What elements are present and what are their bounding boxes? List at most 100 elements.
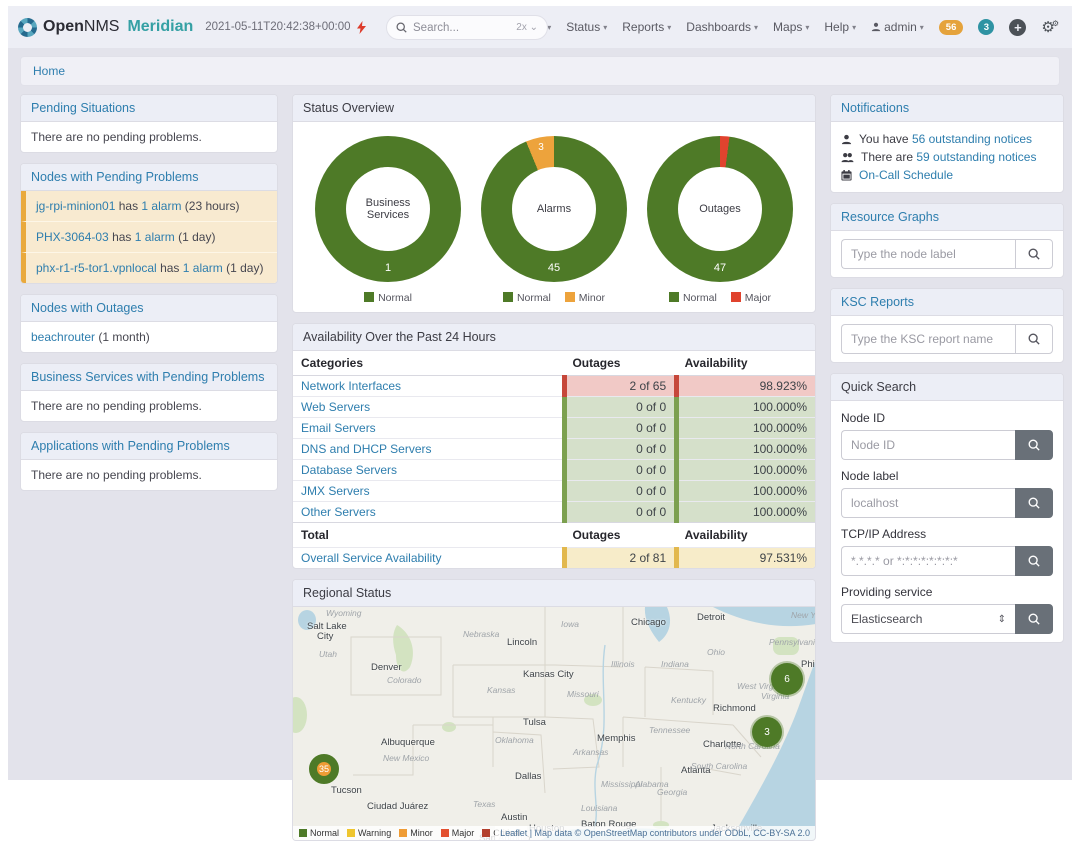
column-header: Availability — [677, 351, 815, 376]
node-id-input[interactable] — [841, 430, 1015, 460]
search-icon — [1028, 555, 1040, 567]
map-state-label: Wyoming — [326, 608, 361, 618]
oncall-schedule-link[interactable]: On-Call Schedule — [859, 168, 953, 182]
node-id-search-button[interactable] — [1015, 430, 1053, 460]
navbar: OpenNMS Meridian 2021-05-11T20:42:38+00:… — [8, 6, 1072, 48]
node-label-input[interactable] — [841, 488, 1015, 518]
outages-cell: 0 of 0 — [564, 502, 676, 523]
nav-item-dashboards[interactable]: Dashboards▾ — [686, 20, 758, 34]
availability-table: Categories Outages Availability Network … — [293, 351, 815, 568]
notifications-title[interactable]: Notifications — [841, 101, 909, 115]
category-link[interactable]: DNS and DHCP Servers — [301, 442, 432, 456]
resource-graphs-input[interactable] — [841, 239, 1015, 269]
nodes-pending-title[interactable]: Nodes with Pending Problems — [31, 170, 198, 184]
node-link[interactable]: phx-r1-r5-tor1.vpnlocal — [36, 261, 157, 275]
map-state-label: Indiana — [661, 659, 689, 669]
map-state-label: Oklahoma — [495, 735, 534, 745]
navbar-search[interactable]: 2x ⌄ — [386, 15, 548, 40]
legend-swatch — [299, 829, 307, 837]
breadcrumb: Home — [20, 56, 1060, 86]
nav-item-help[interactable]: Help▾ — [824, 20, 856, 34]
availability-cell: 100.000% — [677, 439, 815, 460]
outages-cell: 0 of 0 — [564, 439, 676, 460]
alarm-link[interactable]: 1 alarm — [183, 261, 223, 275]
brand[interactable]: OpenNMS Meridian — [18, 18, 193, 37]
ksc-reports-input[interactable] — [841, 324, 1015, 354]
legend-item: Major — [731, 292, 771, 304]
node-link[interactable]: jg-rpi-minion01 — [36, 199, 115, 213]
ip-address-search-button[interactable] — [1015, 546, 1053, 576]
donut-legend: Normal — [313, 292, 463, 304]
legend-swatch — [669, 292, 679, 302]
applications-title[interactable]: Applications with Pending Problems — [31, 439, 230, 453]
map-city-label: Philad — [801, 659, 815, 670]
donut-chart[interactable]: Business Services 1 — [315, 136, 461, 282]
legend-swatch — [565, 292, 575, 302]
category-link[interactable]: Other Servers — [301, 505, 376, 519]
pending-situations-title[interactable]: Pending Situations — [31, 101, 135, 115]
ip-address-input[interactable] — [841, 546, 1015, 576]
node-link[interactable]: beachrouter — [31, 330, 95, 344]
column-header: Categories — [293, 351, 564, 376]
notices-link[interactable]: 59 outstanding notices — [916, 150, 1036, 164]
total-row: Overall Service Availability 2 of 81 97.… — [293, 548, 815, 569]
brand-nms: NMS — [84, 18, 120, 35]
category-link[interactable]: JMX Servers — [301, 484, 370, 498]
category-link[interactable]: Network Interfaces — [301, 379, 401, 393]
category-link[interactable]: Email Servers — [301, 421, 376, 435]
resource-graphs-panel: Resource Graphs — [830, 203, 1064, 278]
alarm-link[interactable]: 1 alarm — [135, 230, 175, 244]
map-city-label: Lincoln — [507, 637, 537, 648]
page: OpenNMS Meridian 2021-05-11T20:42:38+00:… — [8, 6, 1072, 780]
category-link[interactable]: Web Servers — [301, 400, 370, 414]
chevron-down-icon: ▾ — [852, 23, 856, 32]
providing-service-select[interactable]: Elasticsearch ⇕ — [841, 604, 1015, 634]
donut-chart[interactable]: Outages 47 — [647, 136, 793, 282]
nav-item-admin[interactable]: admin▾ — [871, 20, 924, 34]
quick-add-button[interactable]: + — [1009, 19, 1026, 36]
chevron-down-icon: ▾ — [920, 23, 924, 32]
search-input[interactable] — [413, 22, 510, 34]
nodes-outages-title[interactable]: Nodes with Outages — [31, 301, 144, 315]
nav-item-maps[interactable]: Maps▾ — [773, 20, 809, 34]
availability-cell: 100.000% — [677, 397, 815, 418]
map-legend-item: Major — [441, 828, 475, 838]
resource-graphs-search-button[interactable] — [1015, 239, 1053, 269]
category-link[interactable]: Database Servers — [301, 463, 397, 477]
status-overview-panel: Status Overview Business Services 1 Norm… — [292, 94, 816, 313]
map-attribution: Leaflet | Map data © OpenStreetMap contr… — [495, 826, 815, 840]
calendar-icon — [841, 170, 852, 181]
notices-badge[interactable]: 56 — [939, 20, 964, 35]
admin-gears-icon[interactable]: ⚙⚙ — [1041, 18, 1062, 36]
alarm-mid-text: has — [119, 199, 138, 213]
regional-map[interactable]: NormalWarningMinorMajorCritical Leaflet … — [293, 607, 815, 840]
category-link[interactable]: Overall Service Availability — [301, 551, 442, 565]
ksc-reports-search-button[interactable] — [1015, 324, 1053, 354]
user-icon — [871, 22, 881, 32]
availability-cell: 98.923% — [677, 376, 815, 397]
outages-cell: 0 of 0 — [564, 418, 676, 439]
list-item: jg-rpi-minion01 has 1 alarm (23 hours) — [21, 191, 277, 222]
nav-item-reports[interactable]: Reports▾ — [622, 20, 671, 34]
navbar-menu: Search Info▾ Status▾ Reports▾ Dashboards… — [471, 18, 1062, 36]
node-label-search-button[interactable] — [1015, 488, 1053, 518]
ksc-reports-title[interactable]: KSC Reports — [841, 295, 914, 309]
legend-swatch — [347, 829, 355, 837]
donut-chart[interactable]: Alarms 45 3 — [481, 136, 627, 282]
alarms-badge[interactable]: 3 — [978, 19, 994, 35]
donut-legend: NormalMajor — [645, 292, 795, 304]
outages-cell: 2 of 81 — [564, 548, 676, 569]
service-search-button[interactable] — [1015, 604, 1053, 634]
availability-cell: 100.000% — [677, 481, 815, 502]
alarm-age: (1 day) — [223, 261, 264, 275]
breadcrumb-home-link[interactable]: Home — [33, 64, 65, 78]
resource-graphs-title[interactable]: Resource Graphs — [841, 210, 939, 224]
map-marker[interactable]: 3 — [752, 717, 782, 747]
map-marker[interactable]: 6 — [771, 663, 803, 695]
business-services-title[interactable]: Business Services with Pending Problems — [31, 370, 264, 384]
node-link[interactable]: PHX-3064-03 — [36, 230, 109, 244]
nav-item-status[interactable]: Status▾ — [566, 20, 607, 34]
alarm-link[interactable]: 1 alarm — [141, 199, 181, 213]
map-city-label: Tulsa — [523, 717, 546, 728]
notices-link[interactable]: 56 outstanding notices — [912, 132, 1032, 146]
